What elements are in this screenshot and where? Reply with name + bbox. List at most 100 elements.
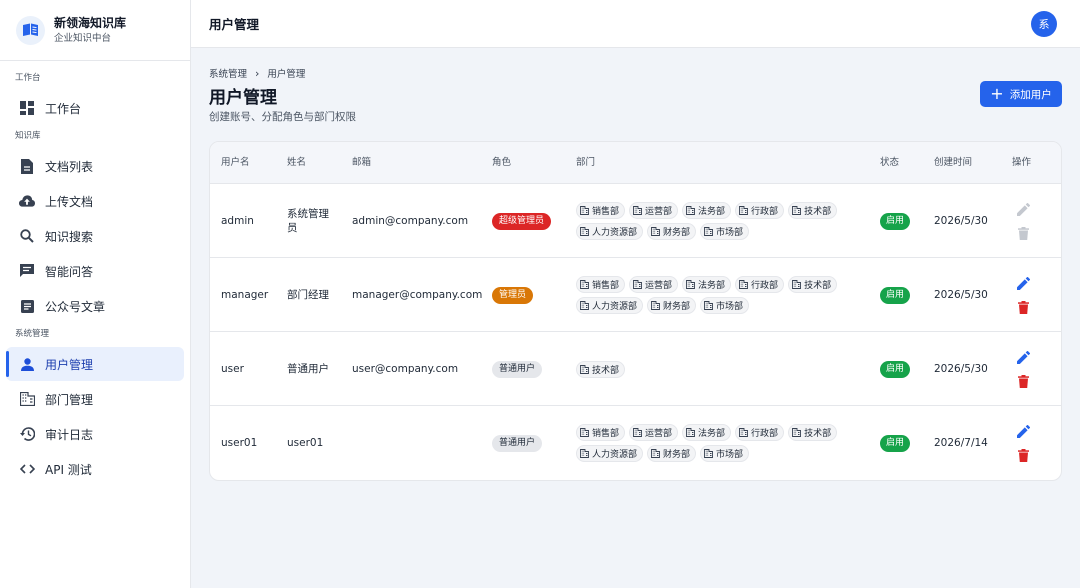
building-icon bbox=[651, 227, 660, 236]
brand[interactable]: 新领海知识库 企业知识中台 bbox=[0, 0, 190, 61]
dept-chip: 销售部 bbox=[576, 202, 626, 219]
dept-chip: 运营部 bbox=[629, 276, 679, 293]
sidebar-item-documents[interactable]: 文档列表 bbox=[6, 149, 184, 183]
table-row: manager 部门经理 manager@company.com 管理员 销售部 运营部 法… bbox=[210, 258, 1061, 332]
edit-icon[interactable] bbox=[1015, 423, 1031, 439]
dept-chip-label: 法务部 bbox=[698, 281, 726, 291]
dept-chip-label: 法务部 bbox=[698, 207, 726, 217]
building-icon bbox=[580, 227, 589, 236]
breadcrumb-parent[interactable]: 系统管理 bbox=[209, 66, 247, 80]
cell-departments: 销售部 运营部 法务部 行政部 技术部 人力资源部 财务部 市场部 bbox=[576, 258, 846, 332]
nav-section-system: 系统管理 bbox=[15, 329, 50, 339]
building-icon bbox=[739, 280, 748, 289]
delete-icon[interactable] bbox=[1015, 373, 1031, 389]
dept-chip-label: 销售部 bbox=[592, 429, 620, 439]
brand-title: 新领海知识库 bbox=[54, 15, 127, 30]
breadcrumb-current: 用户管理 bbox=[267, 69, 306, 80]
sidebar-item-label: 部门管理 bbox=[45, 392, 94, 407]
building-icon bbox=[739, 428, 748, 437]
sidebar-item-departments[interactable]: 部门管理 bbox=[6, 382, 184, 416]
dept-chip-label: 法务部 bbox=[698, 429, 726, 439]
header-actions: 操作 bbox=[1012, 157, 1032, 168]
cell-departments: 销售部 运营部 法务部 行政部 技术部 人力资源部 财务部 市场部 bbox=[576, 406, 846, 480]
add-user-button[interactable]: + 添加用户 bbox=[980, 81, 1062, 107]
table-body: admin 系统管理员 admin@company.com 超级管理员 销售部 运营部 法务… bbox=[210, 184, 1061, 480]
topbar: 用户管理 系 bbox=[191, 0, 1080, 48]
nav-section-knowledge: 知识库 bbox=[15, 131, 41, 141]
header-department: 部门 bbox=[576, 157, 596, 168]
sidebar-item-label: 上传文档 bbox=[45, 194, 94, 209]
dept-chip: 技术部 bbox=[788, 424, 838, 441]
sidebar-item-label: 公众号文章 bbox=[45, 299, 106, 314]
dept-chip: 销售部 bbox=[576, 424, 626, 441]
dept-chip-label: 行政部 bbox=[751, 207, 779, 217]
cell-status: 启用 bbox=[880, 258, 911, 332]
sidebar-item-label: 文档列表 bbox=[45, 159, 94, 174]
sidebar-item-qa[interactable]: 智能问答 bbox=[6, 254, 184, 288]
dept-chip-label: 行政部 bbox=[751, 429, 779, 439]
delete-icon[interactable] bbox=[1015, 447, 1031, 463]
building-icon bbox=[792, 206, 802, 215]
add-user-label: 添加用户 bbox=[1009, 88, 1052, 101]
role-badge: 管理员 bbox=[492, 286, 534, 304]
cell-role: 管理员 bbox=[492, 258, 534, 332]
book-logo-icon bbox=[16, 15, 45, 45]
status-badge: 启用 bbox=[880, 286, 911, 304]
building-icon bbox=[633, 206, 642, 215]
edit-icon[interactable] bbox=[1015, 275, 1031, 291]
chat-icon bbox=[19, 263, 35, 279]
sidebar: 新领海知识库 企业知识中台 工作台 工作台 知识库 文档列表 上传文档 知识搜索… bbox=[0, 0, 191, 588]
cell-name: user01 bbox=[287, 437, 324, 449]
dept-chip-label: 财务部 bbox=[663, 302, 691, 312]
sidebar-item-articles[interactable]: 公众号文章 bbox=[6, 289, 184, 323]
nav-section-workspace: 工作台 bbox=[15, 73, 41, 83]
edit-icon[interactable] bbox=[1015, 349, 1031, 365]
building-icon bbox=[580, 364, 589, 374]
dept-chip: 人力资源部 bbox=[576, 445, 644, 462]
dept-chip-label: 技术部 bbox=[804, 207, 832, 217]
delete-icon bbox=[1015, 225, 1031, 241]
building-icon bbox=[686, 280, 695, 289]
dept-chip-label: 运营部 bbox=[645, 429, 673, 439]
article-icon bbox=[19, 298, 35, 314]
sidebar-item-label: API 测试 bbox=[45, 462, 92, 477]
cell-created: 2026/5/30 bbox=[934, 363, 988, 375]
building-icon bbox=[580, 206, 589, 215]
sidebar-item-api-test[interactable]: API 测试 bbox=[6, 452, 184, 486]
sidebar-item-label: 用户管理 bbox=[45, 357, 94, 372]
dept-chip-label: 人力资源部 bbox=[592, 302, 638, 312]
edit-icon bbox=[1015, 201, 1031, 217]
status-badge: 启用 bbox=[880, 434, 911, 452]
sidebar-item-users[interactable]: 用户管理 bbox=[6, 347, 184, 381]
cell-actions bbox=[1015, 332, 1031, 406]
dept-chip-label: 销售部 bbox=[592, 281, 620, 291]
page-title: 用户管理 bbox=[209, 88, 277, 108]
sidebar-item-audit[interactable]: 审计日志 bbox=[6, 417, 184, 451]
building-icon bbox=[580, 301, 589, 310]
dept-chip: 市场部 bbox=[700, 445, 750, 462]
building-icon bbox=[633, 428, 642, 437]
dept-list: 技术部 bbox=[576, 360, 626, 378]
cell-username: admin bbox=[221, 215, 254, 227]
sidebar-item-search[interactable]: 知识搜索 bbox=[6, 219, 184, 253]
dept-chip: 人力资源部 bbox=[576, 297, 644, 314]
building-icon bbox=[651, 301, 660, 310]
cell-created: 2026/5/30 bbox=[934, 215, 988, 227]
avatar[interactable]: 系 bbox=[1031, 11, 1057, 37]
building-icon bbox=[792, 280, 802, 289]
cell-username: user01 bbox=[221, 437, 258, 449]
building-icon bbox=[704, 449, 713, 458]
building-icon bbox=[580, 428, 589, 437]
sidebar-item-label: 知识搜索 bbox=[45, 229, 94, 244]
dept-chip-label: 市场部 bbox=[716, 450, 744, 460]
dept-chip: 法务部 bbox=[682, 276, 732, 293]
dept-chip-label: 技术部 bbox=[804, 281, 832, 291]
delete-icon[interactable] bbox=[1015, 299, 1031, 315]
cell-actions bbox=[1015, 406, 1031, 480]
sidebar-item-upload[interactable]: 上传文档 bbox=[6, 184, 184, 218]
dept-chip-label: 运营部 bbox=[645, 207, 673, 217]
sidebar-item-dashboard[interactable]: 工作台 bbox=[6, 91, 184, 125]
table-row: admin 系统管理员 admin@company.com 超级管理员 销售部 运营部 法务… bbox=[210, 184, 1061, 258]
header-username: 用户名 bbox=[221, 157, 250, 168]
header-status: 状态 bbox=[880, 157, 900, 168]
